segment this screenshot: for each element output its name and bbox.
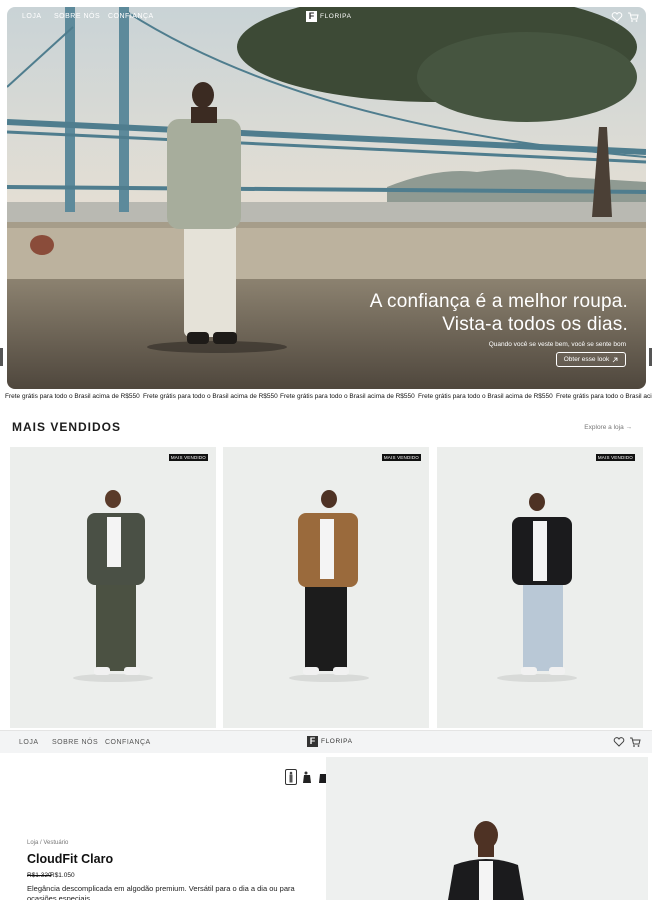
hero-subtext: Quando você se veste bem, você se sente …: [488, 341, 626, 348]
product-photo: [497, 493, 577, 682]
product-photo: [73, 490, 153, 682]
top-nav: LOJA SOBRE NÓS CONFIANÇA F FLORIPA: [7, 7, 646, 29]
ticker-item: Frete grátis para todo o Brasil acima de…: [556, 393, 652, 400]
get-look-button[interactable]: Obter esse look: [556, 352, 626, 367]
nav-loja[interactable]: LOJA: [22, 13, 42, 20]
shipping-ticker: Frete grátis para todo o Brasil acima de…: [0, 392, 652, 404]
nav-sobre-nos[interactable]: SOBRE NÓS: [52, 739, 98, 746]
hero-headline: A confiança é a melhor roupa. Vista-a to…: [370, 290, 628, 336]
product-name: CloudFit Claro: [27, 852, 114, 866]
get-look-label: Obter esse look: [563, 356, 610, 363]
ticker-item: Frete grátis para todo o Brasil acima de…: [418, 393, 553, 400]
price-original: R$1.320: [27, 872, 52, 879]
heart-icon[interactable]: [611, 11, 623, 23]
thumbnail-image: [303, 771, 311, 783]
thumbnail-image: [289, 771, 293, 783]
thumbnail[interactable]: [301, 769, 313, 785]
explore-store-link[interactable]: Explore a loja →: [584, 424, 632, 431]
product-card[interactable]: MAIS VENDIDO: [437, 447, 643, 728]
product-card[interactable]: MAIS VENDIDO: [223, 447, 429, 728]
hero-banner: LOJA SOBRE NÓS CONFIANÇA F FLORIPA A con…: [7, 7, 646, 389]
breadcrumb: Loja / Vestuário: [27, 840, 69, 846]
nav-confianca[interactable]: CONFIANÇA: [108, 13, 154, 20]
page: LOJA SOBRE NÓS CONFIANÇA F FLORIPA A con…: [0, 0, 652, 900]
logo-text: FLORIPA: [321, 738, 353, 745]
hero-headline-line1: A confiança é a melhor roupa.: [369, 291, 628, 312]
logo-text: FLORIPA: [320, 13, 352, 20]
cart-icon[interactable]: [627, 11, 639, 23]
heart-icon[interactable]: [613, 736, 625, 748]
nav-confianca[interactable]: CONFIANÇA: [105, 739, 151, 746]
arrow-right-icon: →: [625, 424, 633, 431]
product-description: Elegância descomplicada em algodão premi…: [27, 884, 295, 900]
ticker-item: Frete grátis para todo o Brasil acima de…: [5, 393, 140, 400]
product-card[interactable]: MAIS VENDIDO: [10, 447, 216, 728]
thumbnail[interactable]: [285, 769, 297, 785]
arrow-up-right-icon: [612, 357, 618, 362]
ticker-item: Frete grátis para todo o Brasil acima de…: [143, 393, 278, 400]
nav-sobre-nos[interactable]: SOBRE NÓS: [54, 13, 100, 20]
product-photo: [289, 490, 369, 682]
product-photo: [448, 821, 524, 900]
brand-logo[interactable]: F FLORIPA: [306, 11, 352, 22]
best-seller-badge: MAIS VENDIDO: [381, 454, 421, 461]
sticky-header: LOJA SOBRE NÓS CONFIANÇA F FLORIPA: [0, 730, 652, 753]
product-main-image: [326, 757, 648, 900]
best-seller-badge: MAIS VENDIDO: [168, 454, 208, 461]
price-sale: R$1.050: [50, 872, 75, 879]
hero-headline-line2: Vista-a todos os dias.: [442, 314, 628, 335]
logo-mark: F: [306, 11, 317, 22]
cart-icon[interactable]: [629, 736, 641, 748]
best-seller-badge: MAIS VENDIDO: [595, 454, 635, 461]
brand-logo[interactable]: F FLORIPA: [307, 736, 353, 747]
carousel-prev-handle[interactable]: [0, 348, 3, 366]
ticker-item: Frete grátis para todo o Brasil acima de…: [280, 393, 415, 400]
logo-mark: F: [307, 736, 318, 747]
nav-loja[interactable]: LOJA: [19, 739, 39, 746]
section-title: MAIS VENDIDOS: [12, 420, 122, 434]
explore-label: Explore a loja: [584, 424, 624, 431]
